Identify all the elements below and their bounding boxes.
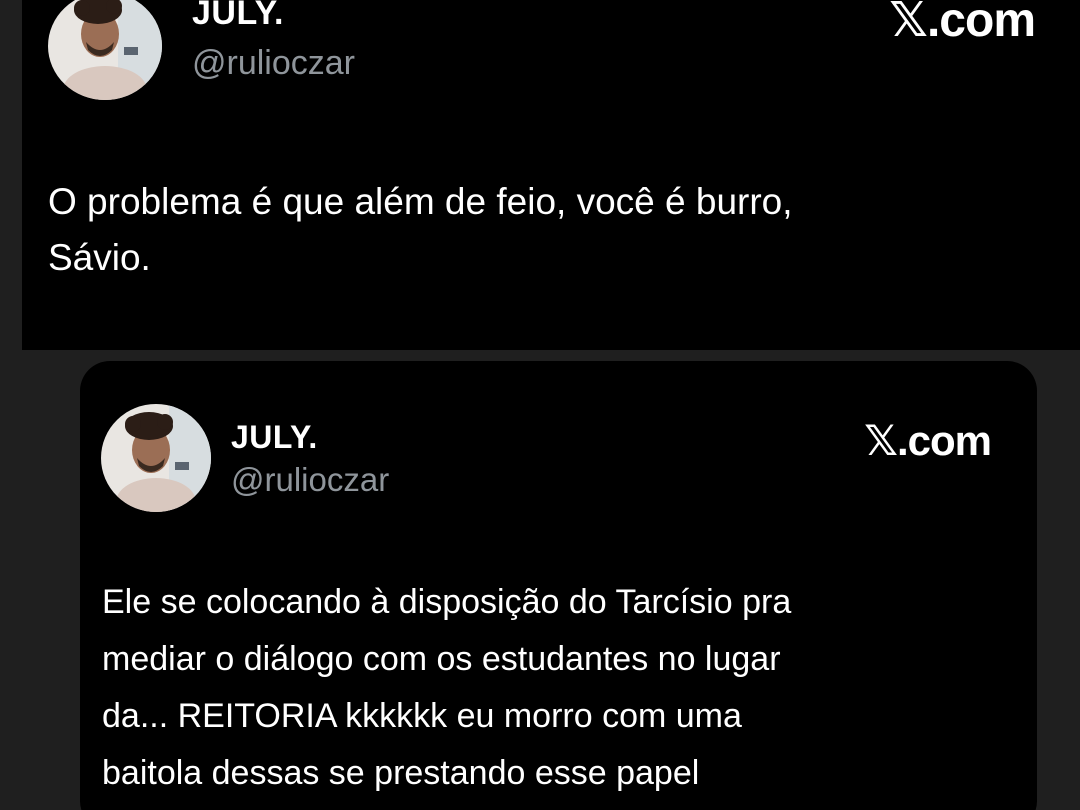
tweet-card[interactable]: JULY. @rulioczar 𝕏.com O problema é que … [22,0,1080,350]
screenshot: JULY. @rulioczar 𝕏.com O problema é que … [0,0,1080,810]
tweet-text: Ele se colocando à disposição do Tarcísi… [102,574,1002,802]
tweet-text-line: O problema é que além de feio, você é bu… [48,181,793,222]
x-logo-icon: 𝕏.com [889,0,1036,47]
handle[interactable]: @rulioczar [192,44,355,83]
tweet-text: O problema é que além de feio, você é bu… [48,174,1028,286]
avatar[interactable] [48,0,162,100]
avatar[interactable] [101,404,211,512]
quoted-tweet-card[interactable]: JULY. @rulioczar 𝕏.com Ele se colocando … [80,361,1037,810]
tweet-text-line: Sávio. [48,237,151,278]
display-name[interactable]: JULY. [192,0,284,33]
tweet-text-line: baitola dessas se prestando esse papel [102,754,700,792]
tweet-text-line: Ele se colocando à disposição do Tarcísi… [102,583,792,621]
display-name[interactable]: JULY. [231,419,318,456]
x-logo-icon: 𝕏.com [864,417,992,464]
handle[interactable]: @rulioczar [231,461,389,499]
tweet-text-line: mediar o diálogo com os estudantes no lu… [102,640,781,678]
profile-photo-icon [48,0,162,100]
profile-photo-icon [101,404,211,512]
tweet-text-line: da... REITORIA kkkkkk eu morro com uma [102,697,742,735]
